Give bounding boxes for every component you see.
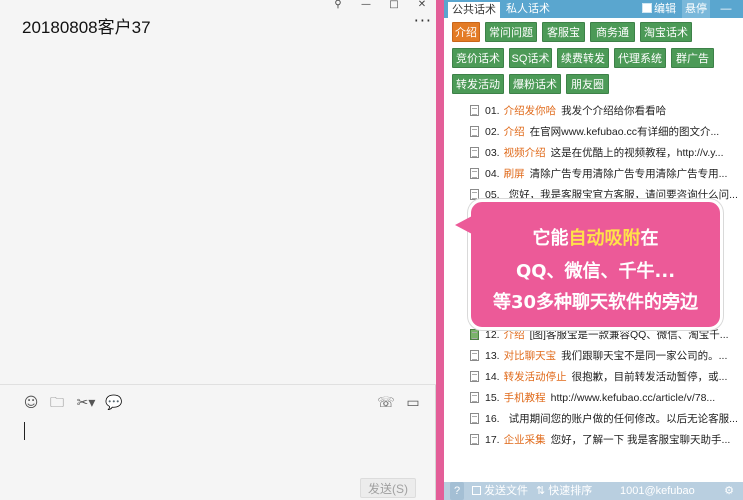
tab-private-scripts[interactable]: 私人话术 <box>502 0 554 18</box>
screenshot-icon[interactable]: ✂▾ <box>74 393 98 413</box>
settings-icon[interactable]: ⚙ <box>721 482 737 500</box>
document-icon <box>470 147 479 158</box>
document-icon <box>470 371 479 382</box>
document-icon <box>470 392 479 403</box>
list-item[interactable]: 16. 试用期间您的账户做的任何修改。以后无论客服... <box>470 409 740 429</box>
document-icon <box>470 126 479 137</box>
send-file-icon <box>472 486 481 495</box>
category-forward[interactable]: 转发活动 <box>452 74 504 94</box>
promo-callout: 它能自动吸附在 QQ、微信、千牛... 等30多种聊天软件的旁边 <box>468 199 723 330</box>
category-buttons: 介绍 常问问题 客服宝 商务通 淘宝话术 竞价话术 SQ话术 续费转发 代理系统… <box>444 18 743 98</box>
chat-title: 20180808客户37 <box>22 18 151 37</box>
callout-line-1: 它能自动吸附在 <box>532 228 659 249</box>
document-icon <box>470 189 479 200</box>
minimize-button[interactable]: — <box>712 0 740 18</box>
send-file-button[interactable]: 发送文件 <box>472 482 528 500</box>
list-item[interactable]: 15. 手机教程 http://www.kefubao.cc/article/v/7… <box>470 388 740 408</box>
category-agent[interactable]: 代理系统 <box>614 48 666 68</box>
message-input[interactable] <box>0 414 436 474</box>
account-status: 1001@kefubao <box>620 485 695 497</box>
help-icon[interactable]: ? <box>450 482 464 500</box>
phone-icon[interactable]: ☏ <box>376 393 396 413</box>
window-border <box>436 0 444 500</box>
category-bidding[interactable]: 竞价话术 <box>452 48 504 68</box>
sort-icon: ⇅ <box>536 485 546 497</box>
chat-window: 20180808客户37 ⚲ — □ ✕ ··· ☺ 🗀 ✂▾ 💬 ☏ ▭ <box>0 0 436 500</box>
category-fans[interactable]: 爆粉话术 <box>509 74 561 94</box>
category-intro[interactable]: 介绍 <box>452 22 480 42</box>
list-item[interactable]: 01. 介绍发你哈 我发个介绍给你看看哈 <box>470 101 740 121</box>
list-item[interactable]: 17. 企业采集 您好，了解一下 我是客服宝聊天助手... <box>470 430 740 450</box>
panel-tabbar: 公共话术 私人话术 编辑 悬停 — <box>444 0 743 18</box>
document-icon <box>470 413 479 424</box>
document-icon <box>470 105 479 116</box>
callout-line-2: QQ、微信、千牛... <box>515 261 676 282</box>
list-item[interactable]: 04. 刷屏 清除广告专用清除广告专用清除广告专用... <box>470 164 740 184</box>
edit-icon <box>642 3 652 13</box>
category-renewal[interactable]: 续费转发 <box>557 48 609 68</box>
pin-icon[interactable]: ⚲ <box>324 0 352 12</box>
callout-line-3: 等30多种聊天软件的旁边 <box>492 292 699 313</box>
panel-statusbar: ? 发送文件 ⇅ 快速排序 1001@kefubao ⚙ <box>444 482 743 500</box>
more-options-icon[interactable]: ··· <box>414 13 432 29</box>
category-kefubao[interactable]: 客服宝 <box>542 22 585 42</box>
list-item[interactable]: 02. 介绍 在官网www.kefubao.cc有详细的图文介... <box>470 122 740 142</box>
image-icon <box>470 329 479 340</box>
chat-toolbar: ☺ 🗀 ✂▾ 💬 ☏ ▭ <box>0 393 436 413</box>
quick-sort-button[interactable]: ⇅ 快速排序 <box>536 482 592 500</box>
category-shangwutong[interactable]: 商务通 <box>590 22 635 42</box>
category-group-ads[interactable]: 群广告 <box>671 48 714 68</box>
list-item[interactable]: 14. 转发活动停止 很抱歉，目前转发活动暂停，或... <box>470 367 740 387</box>
edit-label: 编辑 <box>654 3 676 15</box>
category-sq[interactable]: SQ话术 <box>509 48 552 68</box>
emoji-icon[interactable]: ☺ <box>22 393 40 413</box>
category-taobao[interactable]: 淘宝话术 <box>640 22 692 42</box>
maximize-icon[interactable]: □ <box>380 0 408 12</box>
category-moments[interactable]: 朋友圈 <box>566 74 609 94</box>
hover-button[interactable]: 悬停 <box>682 0 710 18</box>
text-caret <box>24 422 25 440</box>
minimize-icon[interactable]: — <box>352 0 380 12</box>
list-item[interactable]: 03. 视频介绍 这是在优酷上的视频教程，http://v.y... <box>470 143 740 163</box>
document-icon <box>470 168 479 179</box>
message-area <box>0 48 436 384</box>
send-button[interactable]: 发送(S) <box>360 478 416 498</box>
divider <box>0 384 436 385</box>
document-icon <box>470 350 479 361</box>
video-icon[interactable]: ▭ <box>402 393 424 413</box>
list-item[interactable]: 13. 对比聊天宝 我们跟聊天宝不是同一家公司的。... <box>470 346 740 366</box>
chat-header: 20180808客户37 ⚲ — □ ✕ ··· <box>0 0 436 48</box>
edit-button[interactable]: 编辑 <box>638 0 680 18</box>
callout-arrow <box>455 216 472 234</box>
folder-icon[interactable]: 🗀 <box>48 393 66 413</box>
category-faq[interactable]: 常问问题 <box>485 22 537 42</box>
chat-bubble-icon[interactable]: 💬 <box>104 393 124 413</box>
document-icon <box>470 434 479 445</box>
tab-public-scripts[interactable]: 公共话术 <box>448 0 500 18</box>
